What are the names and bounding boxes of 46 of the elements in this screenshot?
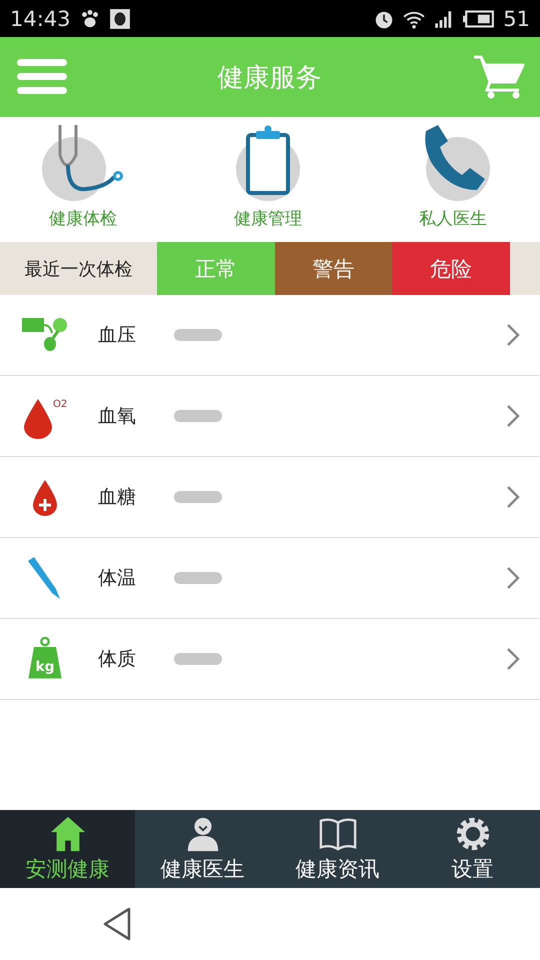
menu-icon[interactable]	[17, 57, 67, 97]
measure-label: 体质	[98, 647, 137, 672]
tab-item[interactable]: 健康医生	[135, 810, 270, 888]
measure-label: 血压	[98, 323, 137, 348]
status-level-label: 危险	[392, 242, 510, 295]
shortcut-label: 健康管理	[234, 208, 302, 230]
empty-value-bar	[174, 653, 222, 665]
cart-icon[interactable]	[472, 54, 526, 100]
shortcut-label: 私人医生	[419, 208, 487, 230]
empty-value-bar	[174, 410, 222, 422]
tab-item[interactable]: 安测健康	[0, 810, 135, 888]
empty-value-bar	[174, 491, 222, 503]
tab-label: 健康医生	[160, 856, 244, 883]
tab-label: 健康资讯	[296, 856, 380, 883]
clock-time: 14:43	[10, 6, 71, 30]
chevron-right-icon	[506, 323, 520, 347]
tab-label: 设置	[452, 856, 494, 883]
shortcut-tile[interactable]: 私人医生	[388, 117, 518, 242]
tab-label: 安测健康	[26, 856, 110, 883]
chevron-right-icon	[506, 566, 520, 590]
measure-row[interactable]: O2 血氧	[0, 376, 540, 457]
tab-item[interactable]: 设置	[405, 810, 540, 888]
legend-label: 最近一次体检	[24, 258, 134, 280]
measure-label: 体温	[98, 566, 137, 591]
chevron-right-icon	[506, 404, 520, 428]
chevron-right-icon	[506, 485, 520, 509]
shortcut-label: 健康体检	[49, 208, 117, 230]
shortcut-tile[interactable]: 健康体检	[18, 117, 148, 242]
status-level-label: 警告	[274, 242, 392, 295]
battery-percent: 51	[503, 6, 530, 30]
home-icon	[48, 815, 86, 853]
empty-value-bar	[174, 329, 222, 341]
measure-row[interactable]: 血压	[0, 295, 540, 376]
measure-label: 血氧	[98, 404, 137, 429]
status-level-label: 正常	[157, 242, 275, 295]
measure-label: 血糖	[98, 485, 137, 510]
measure-row[interactable]: 血糖	[0, 457, 540, 538]
chevron-right-icon	[506, 647, 520, 671]
back-icon[interactable]	[102, 907, 132, 941]
battery-icon	[463, 8, 496, 30]
tab-item[interactable]: 健康资讯	[270, 810, 405, 888]
empty-value-bar	[174, 572, 222, 584]
measure-row[interactable]: kg 体质	[0, 619, 540, 700]
measure-row[interactable]: 体温	[0, 538, 540, 619]
page-title: 健康服务	[216, 62, 322, 94]
shortcut-tile[interactable]: 健康管理	[203, 117, 333, 242]
